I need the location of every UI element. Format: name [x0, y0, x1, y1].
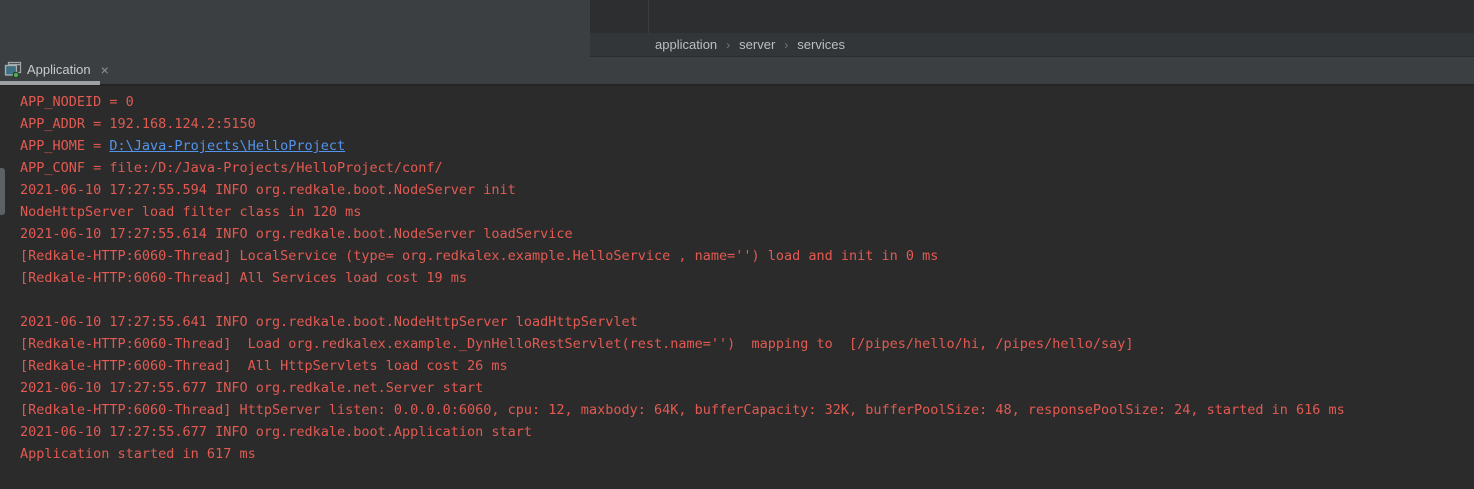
console-text: [Redkale-HTTP:6060-Thread] LocalService … — [20, 248, 938, 264]
console-line: NodeHttpServer load filter class in 120 … — [20, 201, 1474, 223]
console-line: APP_ADDR = 192.168.124.2:5150 — [20, 113, 1474, 135]
breadcrumb-separator-icon: › — [784, 38, 788, 52]
console-text: [Redkale-HTTP:6060-Thread] HttpServer li… — [20, 402, 1345, 418]
console-text: 2021-06-10 17:27:55.594 INFO org.redkale… — [20, 182, 516, 198]
editor-empty-area — [0, 0, 590, 57]
console-text: Application started in 617 ms — [20, 446, 256, 462]
console-line: 2021-06-10 17:27:55.614 INFO org.redkale… — [20, 223, 1474, 245]
console-file-link[interactable]: D:\Java-Projects\HelloProject — [109, 138, 345, 154]
console-line: APP_HOME = D:\Java-Projects\HelloProject — [20, 135, 1474, 157]
console-text: 2021-06-10 17:27:55.677 INFO org.redkale… — [20, 424, 532, 440]
editor-split-divider — [648, 0, 649, 33]
breadcrumb-item-application[interactable]: application — [655, 37, 717, 52]
tool-window-tab-bar: Application × — [0, 57, 1474, 86]
console-text: APP_NODEID = 0 — [20, 94, 134, 110]
tab-application[interactable]: Application × — [0, 57, 115, 82]
console-line: [Redkale-HTTP:6060-Thread] Load org.redk… — [20, 333, 1474, 355]
console-text: 2021-06-10 17:27:55.641 INFO org.redkale… — [20, 314, 638, 330]
console-line: Application started in 617 ms — [20, 443, 1474, 465]
console-text: NodeHttpServer load filter class in 120 … — [20, 204, 361, 220]
console-line: [Redkale-HTTP:6060-Thread] LocalService … — [20, 245, 1474, 267]
editor-top-strip — [590, 0, 1474, 33]
console-text: [Redkale-HTTP:6060-Thread] Load org.redk… — [20, 336, 1134, 352]
run-console-icon — [4, 61, 22, 78]
vertical-scrollbar-thumb[interactable] — [0, 168, 5, 215]
console-line: [Redkale-HTTP:6060-Thread] All Services … — [20, 267, 1474, 289]
console-text: 2021-06-10 17:27:55.677 INFO org.redkale… — [20, 380, 483, 396]
console-line: 2021-06-10 17:27:55.677 INFO org.redkale… — [20, 377, 1474, 399]
breadcrumb-item-server[interactable]: server — [739, 37, 775, 52]
console-line: 2021-06-10 17:27:55.641 INFO org.redkale… — [20, 311, 1474, 333]
breadcrumb-separator-icon: › — [726, 38, 730, 52]
console-text: [Redkale-HTTP:6060-Thread] All Services … — [20, 270, 467, 286]
close-icon[interactable]: × — [101, 63, 109, 77]
console-line: 2021-06-10 17:27:55.677 INFO org.redkale… — [20, 421, 1474, 443]
breadcrumb-item-services[interactable]: services — [797, 37, 845, 52]
console-text: APP_CONF = file:/D:/Java-Projects/HelloP… — [20, 160, 443, 176]
tab-underline — [0, 81, 100, 85]
console-text: [Redkale-HTTP:6060-Thread] All HttpServl… — [20, 358, 508, 374]
console-output[interactable]: APP_NODEID = 0 APP_ADDR = 192.168.124.2:5… — [0, 86, 1474, 489]
console-line: [Redkale-HTTP:6060-Thread] HttpServer li… — [20, 399, 1474, 421]
console-text: 2021-06-10 17:27:55.614 INFO org.redkale… — [20, 226, 573, 242]
console-text: APP_HOME = — [20, 138, 109, 154]
console-line — [20, 289, 1474, 311]
console-line: APP_NODEID = 0 — [20, 91, 1474, 113]
tab-label: Application — [27, 62, 91, 77]
console-line: [Redkale-HTTP:6060-Thread] All HttpServl… — [20, 355, 1474, 377]
console-text: APP_ADDR = 192.168.124.2:5150 — [20, 116, 256, 132]
console-line: 2021-06-10 17:27:55.594 INFO org.redkale… — [20, 179, 1474, 201]
breadcrumb: application › server › services — [590, 33, 1474, 57]
console-line: APP_CONF = file:/D:/Java-Projects/HelloP… — [20, 157, 1474, 179]
